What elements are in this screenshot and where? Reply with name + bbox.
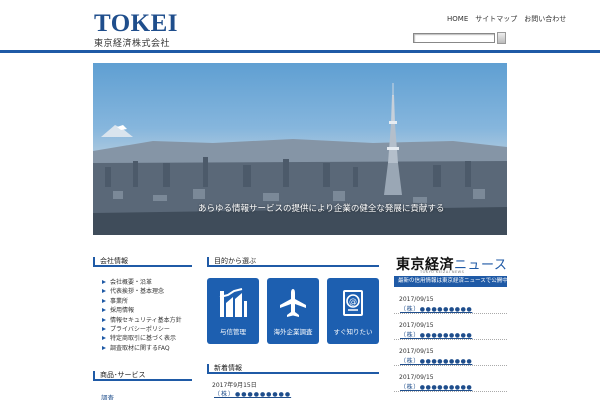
purpose-tile-label: 与信管理 <box>220 328 246 336</box>
tsr-news-date: 2017/09/15 <box>399 296 434 303</box>
company-info-heading: 会社情報 <box>93 255 192 267</box>
products-first-item[interactable]: 調査 <box>101 392 114 400</box>
purpose-tiles: 与信管理 海外企業調査 @ すぐ知りたい <box>207 278 379 344</box>
company-menu-item[interactable]: 特定商取引に基づく表示 <box>102 334 192 343</box>
tsr-news-date: 2017/09/15 <box>399 374 434 381</box>
purpose-tile-label: 海外企業調査 <box>273 328 313 336</box>
logo[interactable]: TOKEI <box>94 11 178 36</box>
company-menu-item[interactable]: プライバシーポリシー <box>102 325 192 334</box>
top-links[interactable]: HOME サイトマップ お問い合わせ <box>447 14 566 24</box>
company-info-list: 会社概要・沿革 代表挨拶・基本理念 事業所 採用情報 情報セキュリティ基本方針 … <box>93 278 192 353</box>
airplane-icon <box>280 289 306 317</box>
news-link[interactable]: （株）●●●●●●●●● <box>214 389 291 398</box>
purpose-section: 目的から選ぶ <box>207 255 379 267</box>
purpose-tile-overseas[interactable]: 海外企業調査 <box>267 278 319 344</box>
company-menu-item[interactable]: 情報セキュリティ基本方針 <box>102 316 192 325</box>
tsr-news-date: 2017/09/15 <box>399 322 434 329</box>
tsr-news-item: 2017/09/15 （株）●●●●●●●●● <box>394 318 507 340</box>
purpose-heading: 目的から選ぶ <box>207 255 379 267</box>
tsr-news-item: 2017/09/15 （株）●●●●●●●●● <box>394 370 507 392</box>
products-heading: 商品･サービス <box>93 369 192 381</box>
instant-report-icon: @ <box>343 290 363 316</box>
tsr-news-item: 2017/09/15 （株）●●●●●●●●● <box>394 344 507 366</box>
tsr-news-link[interactable]: （株）●●●●●●●●● <box>400 356 472 365</box>
tower-illustration <box>384 83 402 195</box>
hero-banner: あらゆる情報サービスの提供により企業の健全な発展に貢献する <box>93 63 507 235</box>
tsr-news-link[interactable]: （株）●●●●●●●●● <box>400 382 472 391</box>
tsr-news-banner[interactable]: 最新の信用情報は東京経済ニュースで公開中 <box>394 276 507 287</box>
tsr-news-date: 2017/09/15 <box>399 348 434 355</box>
company-menu-item[interactable]: 調査取材に関するFAQ <box>102 344 192 353</box>
purpose-tile-credit[interactable]: 与信管理 <box>207 278 259 344</box>
building-chart-icon <box>219 288 247 317</box>
company-menu-item[interactable]: 代表挨拶・基本理念 <box>102 287 192 296</box>
tsr-news-link[interactable]: （株）●●●●●●●●● <box>400 304 472 313</box>
news-date: 2017年9月15日 <box>212 382 257 389</box>
search-input[interactable] <box>413 33 495 43</box>
search-button[interactable] <box>497 32 506 44</box>
site-header: TOKEI 東京経済株式会社 HOME サイトマップ お問い合わせ <box>0 0 600 53</box>
purpose-tile-quick[interactable]: @ すぐ知りたい <box>327 278 379 344</box>
svg-text:@: @ <box>349 297 357 306</box>
header-divider <box>0 50 600 53</box>
tsr-news-item: 2017/09/15 （株）●●●●●●●●● <box>394 292 507 314</box>
company-menu-item[interactable]: 事業所 <box>102 297 192 306</box>
company-info-section: 会社情報 会社概要・沿革 代表挨拶・基本理念 事業所 採用情報 情報セキュリティ… <box>93 255 192 353</box>
company-name: 東京経済株式会社 <box>94 39 171 49</box>
hero-caption: あらゆる情報サービスの提供により企業の健全な発展に貢献する <box>198 204 445 214</box>
tsr-news-subtitle: TOKYO KEIZAI NEWS <box>420 270 465 274</box>
tsr-news-link[interactable]: （株）●●●●●●●●● <box>400 330 472 339</box>
company-menu-item[interactable]: 会社概要・沿革 <box>102 278 192 287</box>
purpose-tile-label: すぐ知りたい <box>333 328 373 336</box>
company-menu-item[interactable]: 採用情報 <box>102 306 192 315</box>
news-heading: 新着情報 <box>207 362 379 374</box>
